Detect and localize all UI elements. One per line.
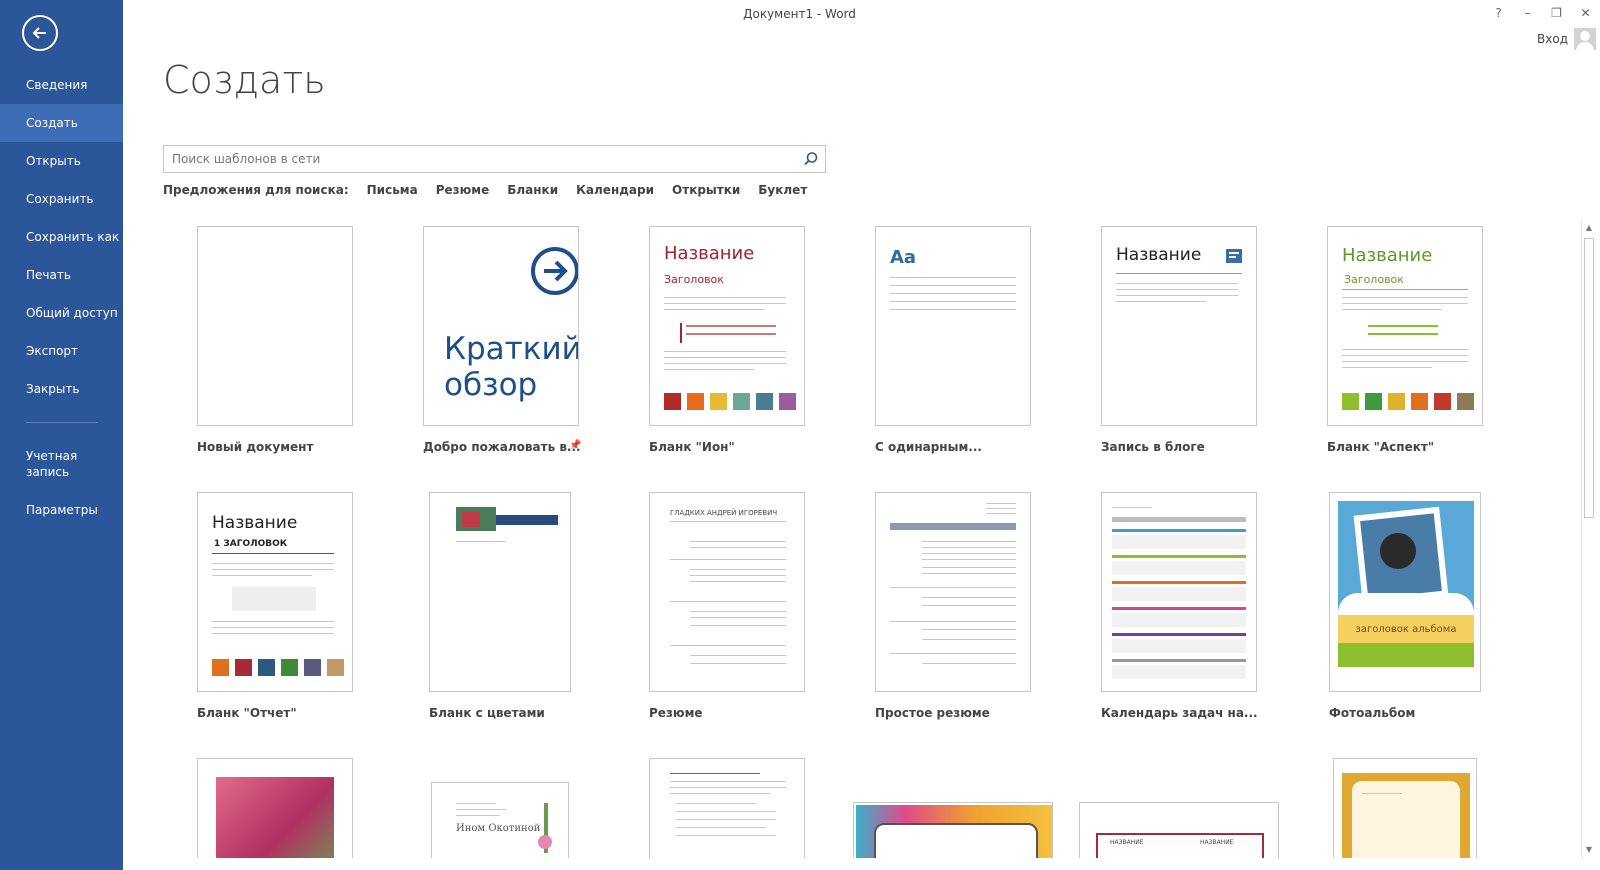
thumb-text: заголовок альбома: [1355, 624, 1457, 635]
template-thumbnail: [875, 492, 1031, 692]
template-label: Простое резюме: [875, 706, 990, 720]
nav-info[interactable]: Сведения: [0, 66, 123, 104]
scroll-up-icon[interactable]: ▲: [1583, 222, 1595, 234]
template-thumbnail: [1101, 492, 1257, 692]
template-label: Бланк "Ион": [649, 440, 735, 454]
backstage-nav: Сведения Создать Открыть Сохранить Сохра…: [0, 66, 123, 529]
blog-icon: [1226, 249, 1242, 263]
scroll-thumb[interactable]: [1584, 238, 1594, 518]
nav-share[interactable]: Общий доступ: [0, 294, 123, 332]
nav-export[interactable]: Экспорт: [0, 332, 123, 370]
sign-in-label: Вход: [1537, 32, 1568, 46]
nav-divider: [26, 422, 98, 423]
thumb-text: Краткий обзор: [444, 331, 579, 403]
nav-save[interactable]: Сохранить: [0, 180, 123, 218]
suggestion-resume[interactable]: Резюме: [436, 183, 490, 197]
template-label: Фотоальбом: [1329, 706, 1416, 720]
suggestion-cards[interactable]: Открытки: [672, 183, 740, 197]
template-label: Бланк "Отчет": [197, 706, 297, 720]
arrow-circle-icon: [531, 247, 578, 295]
template-label: Календарь задач на...: [1101, 706, 1258, 720]
template-thumbnail: Ином Окотиной: [431, 782, 569, 858]
nav-print[interactable]: Печать: [0, 256, 123, 294]
template-thumbnail: [649, 758, 805, 858]
template-label: Резюме: [649, 706, 703, 720]
template-thumbnail: [1333, 758, 1477, 858]
thumb-text: НАЗВАНИЕ: [1110, 839, 1144, 846]
help-button[interactable]: ?: [1484, 0, 1513, 26]
search-suggestions: Предложения для поиска: Письма Резюме Бл…: [163, 183, 807, 197]
nav-close[interactable]: Закрыть: [0, 370, 123, 408]
suggestion-calendars[interactable]: Календари: [576, 183, 654, 197]
window-controls: ? – ❐ ✕: [1484, 0, 1600, 26]
thumb-heading: Заголовок: [1344, 273, 1404, 286]
template-thumbnail: Aa: [875, 226, 1031, 426]
nav-account[interactable]: Учетная запись: [0, 437, 96, 491]
template-label: Новый документ: [197, 440, 314, 454]
suggestions-label: Предложения для поиска:: [163, 183, 349, 197]
sign-in[interactable]: Вход: [1537, 28, 1596, 50]
back-button[interactable]: [22, 15, 58, 51]
nav-open[interactable]: Открыть: [0, 142, 123, 180]
thumb-heading: Заголовок: [664, 273, 724, 286]
search-icon[interactable]: [803, 151, 819, 167]
template-label: С одинарным...: [875, 440, 982, 454]
suggestion-letters[interactable]: Письма: [367, 183, 418, 197]
thumb-title: Название: [1342, 245, 1433, 266]
thumb-title: Название: [212, 513, 298, 533]
template-thumbnail: [853, 802, 1053, 858]
template-label: Бланк с цветами: [429, 706, 545, 720]
thumb-title: Название: [1116, 245, 1202, 265]
nav-new[interactable]: Создать: [0, 104, 123, 142]
suggestion-booklet[interactable]: Буклет: [758, 183, 807, 197]
template-label: Добро пожаловать в...: [423, 440, 581, 454]
minimize-button[interactable]: –: [1513, 0, 1542, 26]
pin-icon[interactable]: 📌: [569, 440, 581, 451]
template-thumbnail: [197, 226, 353, 426]
template-search: [163, 145, 826, 173]
nav-options[interactable]: Параметры: [0, 491, 123, 529]
window-title: Документ1 - Word: [743, 7, 856, 21]
template-label: Запись в блоге: [1101, 440, 1205, 454]
restore-button[interactable]: ❐: [1542, 0, 1571, 26]
template-thumbnail: ГЛАДКИХ АНДРЕЙ ИГОРЕВИЧ: [649, 492, 805, 692]
thumb-text: Ином Окотиной: [456, 823, 541, 834]
thumb-text: Aa: [890, 247, 917, 268]
close-button[interactable]: ✕: [1571, 0, 1600, 26]
suggestion-forms[interactable]: Бланки: [507, 183, 558, 197]
thumb-heading: 1 ЗАГОЛОВОК: [214, 539, 288, 549]
template-thumbnail: [197, 758, 353, 858]
template-thumbnail: Название Заголовок: [649, 226, 805, 426]
thumb-title: Название: [664, 243, 755, 264]
backstage-sidebar: Сведения Создать Открыть Сохранить Сохра…: [0, 0, 123, 870]
search-input[interactable]: [164, 146, 790, 172]
template-label: Бланк "Аспект": [1327, 440, 1435, 454]
vertical-scrollbar[interactable]: ▲ ▼: [1581, 220, 1596, 858]
template-gallery: Новый документ Краткий обзор Добро пожал…: [163, 226, 1563, 858]
template-thumbnail: Краткий обзор: [423, 226, 579, 426]
template-thumbnail: [429, 492, 571, 692]
scroll-down-icon[interactable]: ▼: [1583, 844, 1595, 856]
template-thumbnail: заголовок альбома: [1329, 492, 1481, 692]
template-thumbnail: Название: [1101, 226, 1257, 426]
back-arrow-icon: [32, 27, 46, 39]
nav-save-as[interactable]: Сохранить как: [0, 218, 123, 256]
page-title: Создать: [163, 58, 326, 102]
template-thumbnail: Название 1 ЗАГОЛОВОК: [197, 492, 353, 692]
thumb-title: ГЛАДКИХ АНДРЕЙ ИГОРЕВИЧ: [670, 509, 778, 517]
avatar: [1574, 28, 1596, 50]
template-thumbnail: Название Заголовок: [1327, 226, 1483, 426]
thumb-text: НАЗВАНИЕ: [1200, 839, 1234, 846]
template-thumbnail: НАЗВАНИЕ НАЗВАНИЕ: [1079, 802, 1279, 858]
